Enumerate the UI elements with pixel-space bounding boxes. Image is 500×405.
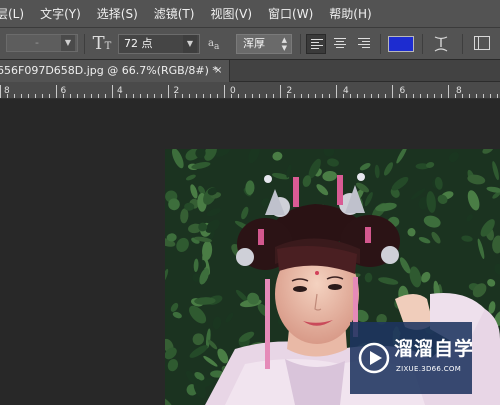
separator — [84, 34, 85, 54]
ruler-label: 4 — [343, 86, 349, 96]
menu-type[interactable]: 文字(Y) — [32, 0, 89, 28]
updown-arrows-icon: ▲ ▼ — [281, 36, 287, 52]
font-size-value: 72 点 — [124, 37, 153, 50]
ruler-label: 2 — [287, 86, 293, 96]
font-style-value: - — [35, 36, 39, 49]
chevron-down-icon[interactable]: ▼ — [183, 35, 197, 53]
text-options-bar: - ▼ TT 72 点 ▼ aa 浑厚 ▲ ▼ — [0, 28, 500, 60]
antialias-dropdown[interactable]: 浑厚 ▲ ▼ — [236, 34, 292, 54]
antialias-value: 浑厚 — [243, 37, 265, 50]
align-left-button[interactable] — [306, 34, 326, 54]
menu-layer[interactable]: 层(L) — [0, 0, 32, 28]
align-right-icon — [358, 38, 370, 50]
separator — [462, 34, 463, 54]
warp-text-icon[interactable] — [432, 34, 450, 54]
menu-bar: 层(L) 文字(Y) 选择(S) 滤镜(T) 视图(V) 窗口(W) 帮助(H) — [0, 0, 500, 28]
character-panel-icon[interactable] — [474, 36, 490, 50]
menu-filter[interactable]: 滤镜(T) — [146, 0, 203, 28]
menu-help[interactable]: 帮助(H) — [321, 0, 379, 28]
align-center-button[interactable] — [330, 34, 350, 54]
watermark-title: 溜溜自学 — [394, 338, 475, 360]
text-color-swatch[interactable] — [388, 36, 414, 52]
separator — [422, 34, 423, 54]
play-logo-icon — [358, 342, 390, 374]
menu-window[interactable]: 窗口(W) — [260, 0, 321, 28]
ruler-label: 6 — [61, 86, 67, 96]
chevron-down-icon[interactable]: ▼ — [61, 35, 75, 51]
align-center-icon — [334, 38, 346, 50]
antialias-icon: aa — [208, 38, 220, 52]
document-tab[interactable]: 656F097D658D.jpg @ 66.7%(RGB/8#) * × — [0, 60, 230, 82]
ruler-label: 0 — [230, 86, 236, 96]
close-icon[interactable]: × — [214, 60, 222, 82]
watermark-badge: 溜溜自学 ZIXUE.3D66.COM — [350, 322, 475, 394]
ruler-label: 6 — [400, 86, 406, 96]
ruler-label: 8 — [456, 86, 462, 96]
ruler-label: 2 — [174, 86, 180, 96]
font-size-icon: TT — [92, 33, 112, 54]
horizontal-ruler: 864202468101214 — [0, 82, 500, 99]
separator — [380, 34, 381, 54]
watermark-url: ZIXUE.3D66.COM — [396, 365, 462, 373]
document-tab-bar: 656F097D658D.jpg @ 66.7%(RGB/8#) * × — [0, 60, 500, 82]
menu-select[interactable]: 选择(S) — [89, 0, 146, 28]
ruler-label: 4 — [117, 86, 123, 96]
align-right-button[interactable] — [354, 34, 374, 54]
font-style-dropdown[interactable]: - ▼ — [6, 34, 78, 52]
ruler-svg: 864202468101214 — [0, 85, 498, 98]
separator — [300, 34, 301, 54]
menu-view[interactable]: 视图(V) — [202, 0, 260, 28]
document-title: 656F097D658D.jpg @ 66.7%(RGB/8#) * — [0, 64, 218, 77]
font-size-field[interactable]: 72 点 ▼ — [118, 34, 200, 54]
align-left-icon — [311, 39, 323, 51]
ruler-label: 8 — [4, 86, 10, 96]
